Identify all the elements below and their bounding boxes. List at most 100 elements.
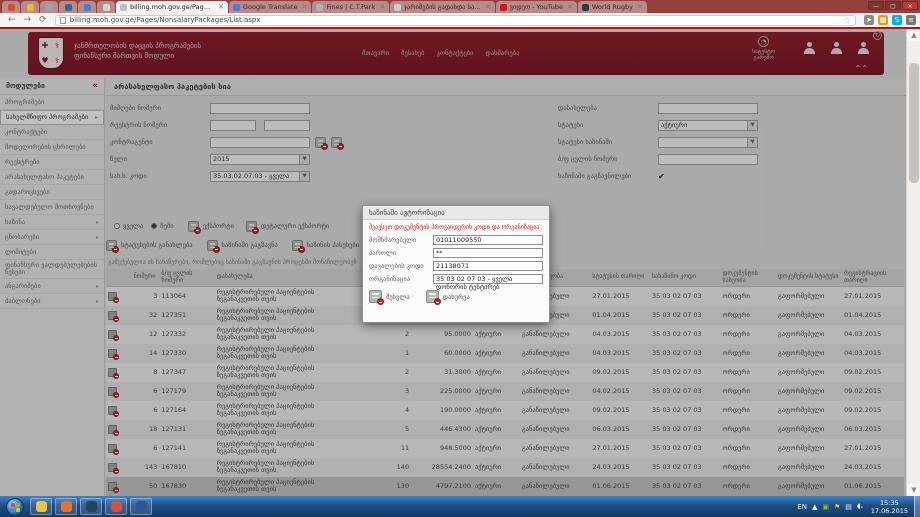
dialog-field-1: პაროლი** bbox=[363, 246, 549, 259]
minimize-button[interactable]: — bbox=[868, 1, 884, 10]
system-tray: EN ▲ ▣ ⚑ ▤ ◖𝅗 15:35 17.06.2015 bbox=[792, 496, 920, 517]
scroll-down-icon[interactable]: ▼ bbox=[907, 484, 920, 496]
tab-title: ვიდეო - YouTube bbox=[510, 3, 563, 11]
hidden-icons-arrow-icon[interactable]: ▲ bbox=[812, 503, 817, 511]
taskbar-clock[interactable]: 15:35 17.06.2015 bbox=[871, 499, 908, 515]
dialog-field-2: დავალების კოდი21138071 bbox=[363, 259, 549, 272]
dialog-field-label: პაროლი bbox=[369, 249, 433, 257]
tabs-container: billing.moh.gov.ge/Pages…✕Google Transla… bbox=[116, 1, 648, 13]
translate-icon bbox=[233, 4, 240, 11]
browser-tab[interactable]: ჯარიმების გადახდა სა… ✕ bbox=[390, 1, 495, 13]
browser-tab[interactable]: billing.moh.gov.ge/Pages… ✕ bbox=[116, 1, 228, 13]
volume-icon[interactable]: ◖𝅗 bbox=[857, 502, 863, 511]
url-text[interactable]: billing.moh.gov.ge/Pages/NonsalaryPackag… bbox=[70, 16, 261, 24]
word-icon[interactable] bbox=[130, 498, 152, 515]
pinned-tab[interactable] bbox=[97, 1, 115, 13]
back-icon[interactable]: ← bbox=[8, 14, 16, 26]
page-app-icon bbox=[103, 4, 110, 11]
window-controls: — ▢ ✕ bbox=[867, 1, 918, 10]
media-app-icon[interactable] bbox=[80, 498, 102, 515]
dialog-message: შეავსეთ დოკუმენტის პროვაიდერის კოდი და ო… bbox=[363, 220, 549, 233]
close-dialog-button[interactable]: დახურვა bbox=[443, 293, 470, 301]
page-icon bbox=[60, 17, 66, 24]
clock-time: 15:35 bbox=[871, 499, 908, 507]
address-bar[interactable]: billing.moh.gov.ge/Pages/NonsalaryPackag… bbox=[55, 15, 856, 26]
pinned-tab[interactable] bbox=[78, 1, 96, 13]
tab-title: billing.moh.gov.ge/Pages… bbox=[130, 3, 214, 11]
close-button[interactable]: ✕ bbox=[902, 1, 918, 10]
browser-toolbar: ← → ⟳ billing.moh.gov.ge/Pages/Nonsalary… bbox=[0, 13, 920, 27]
explorer-icon[interactable] bbox=[30, 498, 52, 515]
pinned-tab[interactable] bbox=[59, 1, 77, 13]
chrome-icon[interactable] bbox=[105, 498, 127, 515]
dialog-field-3: ორგანიზაცია35 03 02 07 03 - ყველა დონორი… bbox=[363, 272, 549, 285]
dialog-fields: მომხმარებელი01011009550პაროლი**დავალების… bbox=[363, 233, 549, 285]
browser-tab[interactable]: Google Translate ✕ bbox=[229, 1, 311, 13]
close-tab-icon[interactable]: ✕ bbox=[485, 3, 491, 11]
dialog-field-0: მომხმარებელი01011009550 bbox=[363, 233, 549, 246]
site-top-accent-line bbox=[0, 27, 920, 29]
dialog-field-input[interactable]: 21138071 bbox=[433, 261, 543, 271]
share-icon[interactable]: ➤ bbox=[864, 15, 874, 25]
dialog-field-input[interactable]: ** bbox=[433, 248, 543, 258]
dialog-field-label: დავალების კოდი bbox=[369, 262, 433, 270]
browser-tab[interactable]: ვიდეო - YouTube ✕ bbox=[496, 1, 577, 13]
firefox-icon[interactable] bbox=[55, 498, 77, 515]
dialog-field-label: ორგანიზაცია bbox=[369, 275, 433, 283]
bookmark-star-icon[interactable]: ☆ bbox=[844, 16, 851, 25]
close-tab-icon[interactable]: ✕ bbox=[379, 3, 385, 11]
pinned-tabs bbox=[2, 1, 116, 13]
close-dialog-icon[interactable] bbox=[426, 290, 439, 303]
login-icon[interactable] bbox=[369, 290, 382, 303]
close-tab-icon[interactable]: ✕ bbox=[567, 3, 573, 11]
page-icon bbox=[316, 4, 323, 11]
clock-date: 17.06.2015 bbox=[871, 507, 908, 515]
dialog-field-input[interactable]: 01011009550 bbox=[433, 235, 543, 245]
globe-icon bbox=[582, 4, 589, 11]
dialog-field-input[interactable]: 35 03 02 07 03 - ყველა დონორის ტესტირებ bbox=[433, 274, 543, 284]
tab-title: Fines | C.T.Park bbox=[326, 3, 375, 11]
tab-title: ჯარიმების გადახდა სა… bbox=[404, 3, 481, 11]
network-icon[interactable]: ▤ bbox=[845, 503, 852, 511]
downloads-icon[interactable]: ▦ bbox=[878, 15, 888, 25]
scrollbar-thumb[interactable] bbox=[909, 63, 919, 183]
gray-app-icon bbox=[46, 4, 53, 11]
login-button[interactable]: შესვლა bbox=[386, 293, 410, 301]
browser-scrollbar[interactable]: ▲ ▼ bbox=[906, 29, 920, 496]
dialog-title: ხაზინაში ავტორიზაცია bbox=[363, 206, 549, 220]
show-desktop-button[interactable] bbox=[914, 496, 920, 517]
close-tab-icon[interactable]: ✕ bbox=[218, 3, 224, 11]
browser-tab[interactable]: World Rugby ✕ bbox=[578, 1, 647, 13]
youtube-icon bbox=[500, 4, 507, 11]
close-tab-icon[interactable]: ✕ bbox=[302, 3, 308, 11]
close-tab-icon[interactable]: ✕ bbox=[637, 3, 643, 11]
pinned-tab[interactable] bbox=[21, 1, 39, 13]
forward-icon[interactable]: → bbox=[24, 14, 32, 26]
maximize-button[interactable]: ▢ bbox=[885, 1, 901, 10]
treasury-auth-dialog: ხაზინაში ავტორიზაცია შეავსეთ დოკუმენტის … bbox=[362, 205, 550, 323]
browser-tab[interactable]: Fines | C.T.Park ✕ bbox=[312, 1, 389, 13]
windows-taskbar: EN ▲ ▣ ⚑ ▤ ◖𝅗 15:35 17.06.2015 bbox=[0, 496, 920, 517]
browser-tab-strip: billing.moh.gov.ge/Pages…✕Google Transla… bbox=[0, 0, 920, 13]
page-icon bbox=[394, 4, 401, 11]
dialog-field-label: მომხმარებელი bbox=[369, 236, 433, 244]
language-indicator[interactable]: EN bbox=[797, 503, 807, 511]
skype-icon[interactable]: S bbox=[892, 15, 902, 25]
pinned-tab[interactable] bbox=[40, 1, 58, 13]
triangle-app-icon bbox=[84, 4, 91, 11]
start-button[interactable] bbox=[6, 498, 24, 516]
star-app-icon bbox=[27, 4, 34, 11]
page-icon bbox=[120, 4, 127, 11]
scroll-up-icon[interactable]: ▲ bbox=[907, 29, 920, 41]
flag-icon[interactable]: ⚑ bbox=[834, 503, 840, 511]
antivirus-icon[interactable]: ▣ bbox=[822, 503, 829, 511]
menu-icon[interactable]: ≡ bbox=[906, 15, 916, 25]
tab-title: World Rugby bbox=[592, 3, 633, 11]
opera-icon bbox=[8, 4, 15, 11]
linkedin-icon bbox=[65, 4, 72, 11]
extension-icons: ➤ ▦ S ≡ bbox=[860, 15, 916, 25]
reload-icon[interactable]: ⟳ bbox=[39, 14, 47, 26]
taskbar-apps bbox=[30, 498, 155, 515]
pinned-tab[interactable] bbox=[2, 1, 20, 13]
tab-title: Google Translate bbox=[243, 3, 298, 11]
